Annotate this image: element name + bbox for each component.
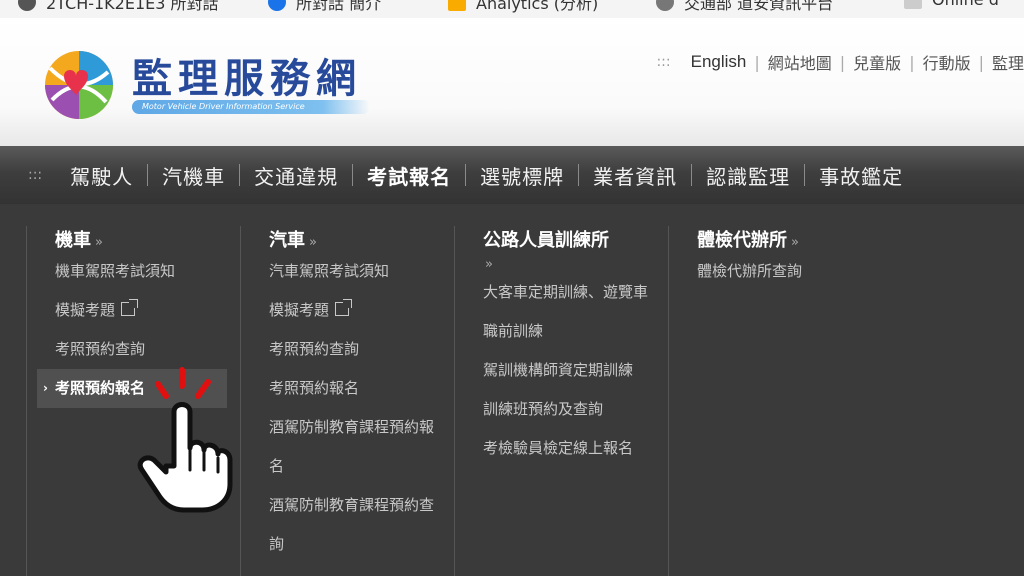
external-link-icon (335, 299, 353, 316)
menu-item-car-mock-exam[interactable]: 模擬考題 (269, 291, 444, 330)
top-links-dots: ::: (656, 54, 671, 70)
analytics-icon (448, 0, 466, 11)
main-nav: ::: 駕駛人 汽機車 交通違規 考試報名 選號標牌 業者資訊 認識監理 事故鑑… (0, 146, 1024, 205)
menu-column-health-check: 體檢代辦所» 體檢代辦所查詢 (697, 226, 872, 291)
menu-item-class-booking[interactable]: 訓練班預約及查詢 (483, 390, 658, 429)
site-logo-icon[interactable] (42, 48, 116, 122)
nav-item-vehicles[interactable]: 汽機車 (148, 161, 239, 190)
link-mobile-version[interactable]: 行動版 (923, 50, 971, 74)
bookmark-5-icon (904, 0, 922, 9)
nav-item-violations[interactable]: 交通違規 (240, 161, 352, 190)
chevron-right-icon: » (95, 235, 103, 250)
menu-item-instructor-training[interactable]: 駕訓機構師資定期訓練 (483, 351, 658, 390)
menu-item-car-booking-register[interactable]: 考照預約報名 (269, 369, 444, 408)
bookmark-5-label: Online d (932, 0, 999, 9)
chevron-right-icon: » (485, 257, 493, 272)
column-divider (668, 226, 669, 576)
bookmark-3-label: Analytics (分析) (476, 0, 599, 13)
site-subtitle: Motor Vehicle Driver Information Service (132, 100, 370, 114)
site-header: 監理服務網 Motor Vehicle Driver Information S… (0, 18, 1024, 146)
bookmark-2[interactable]: 所對話 簡介 (268, 0, 381, 14)
bookmark-4[interactable]: 交通部 道安資訊平台 (656, 0, 833, 14)
nav-item-accident[interactable]: 事故鑑定 (805, 161, 917, 190)
menu-heading-car[interactable]: 汽車» (269, 226, 444, 252)
menu-column-training-institute: 公路人員訓練所» 大客車定期訓練、遊覽車職前訓練 駕訓機構師資定期訓練 訓練班預… (483, 226, 658, 468)
bookmark-4-label: 交通部 道安資訊平台 (684, 0, 834, 13)
chevron-right-icon: › (43, 381, 48, 395)
menu-item-car-booking-query[interactable]: 考照預約查詢 (269, 330, 444, 369)
bookmark-1-label: 2TCH-1K2E1E3 所對話 (46, 0, 219, 13)
menu-heading-health-check[interactable]: 體檢代辦所» (697, 226, 872, 252)
menu-heading-training-institute[interactable]: 公路人員訓練所» (483, 226, 658, 273)
pointing-hand-click-icon (137, 367, 233, 513)
menu-item-examiner-register[interactable]: 考檢驗員檢定線上報名 (483, 429, 658, 468)
bookmark-1[interactable]: 2TCH-1K2E1E3 所對話 (18, 0, 219, 14)
divider: | (978, 52, 984, 72)
chevron-right-icon: » (309, 235, 317, 250)
menu-item-car-exam-info[interactable]: 汽車駕照考試須知 (269, 252, 444, 291)
bookmarks-bar: 2TCH-1K2E1E3 所對話 所對話 簡介 Analytics (分析) 交… (0, 0, 1024, 18)
bookmark-2-icon (268, 0, 286, 11)
bookmark-4-icon (656, 0, 674, 11)
menu-column-car: 汽車» 汽車駕照考試須知 模擬考題 考照預約查詢 考照預約報名 酒駕防制教育課程… (269, 226, 444, 564)
nav-dots: ::: (28, 167, 43, 183)
nav-item-exam-registration[interactable]: 考試報名 (353, 161, 465, 190)
menu-item-moto-booking-query[interactable]: 考照預約查詢 (55, 330, 230, 369)
link-english[interactable]: English (691, 52, 747, 72)
menu-item-bus-training[interactable]: 大客車定期訓練、遊覽車職前訓練 (474, 273, 655, 351)
divider: | (754, 52, 760, 72)
top-links: ::: English | 網站地圖 | 兒童版 | 行動版 | 監理 (656, 50, 1024, 74)
nav-item-driver[interactable]: 駕駛人 (56, 161, 147, 190)
link-kids-version[interactable]: 兒童版 (853, 50, 901, 74)
bookmark-2-label: 所對話 簡介 (296, 0, 382, 13)
menu-item-moto-exam-info[interactable]: 機車駕照考試須知 (55, 252, 230, 291)
menu-item-dui-course-query[interactable]: 酒駕防制教育課程預約查詢 (260, 486, 441, 564)
bookmark-1-icon (18, 0, 36, 11)
link-more[interactable]: 監理 (992, 50, 1024, 74)
divider: | (909, 52, 915, 72)
nav-item-business[interactable]: 業者資訊 (579, 161, 691, 190)
menu-item-moto-mock-exam[interactable]: 模擬考題 (55, 291, 230, 330)
chevron-right-icon: » (791, 235, 799, 250)
bookmark-5[interactable]: Online d (904, 0, 999, 9)
menu-item-health-check-query[interactable]: 體檢代辦所查詢 (697, 252, 872, 291)
bookmark-3[interactable]: Analytics (分析) (448, 0, 598, 14)
column-divider (454, 226, 455, 576)
column-divider (26, 226, 27, 576)
menu-heading-motorcycle[interactable]: 機車» (55, 226, 230, 252)
link-sitemap[interactable]: 網站地圖 (768, 50, 832, 74)
nav-item-plates[interactable]: 選號標牌 (466, 161, 578, 190)
nav-item-about[interactable]: 認識監理 (692, 161, 804, 190)
menu-item-dui-course-register[interactable]: 酒駕防制教育課程預約報名 (260, 408, 441, 486)
divider: | (839, 52, 846, 72)
site-title[interactable]: 監理服務網 (132, 46, 362, 104)
column-divider (240, 226, 241, 576)
external-link-icon (121, 299, 139, 316)
